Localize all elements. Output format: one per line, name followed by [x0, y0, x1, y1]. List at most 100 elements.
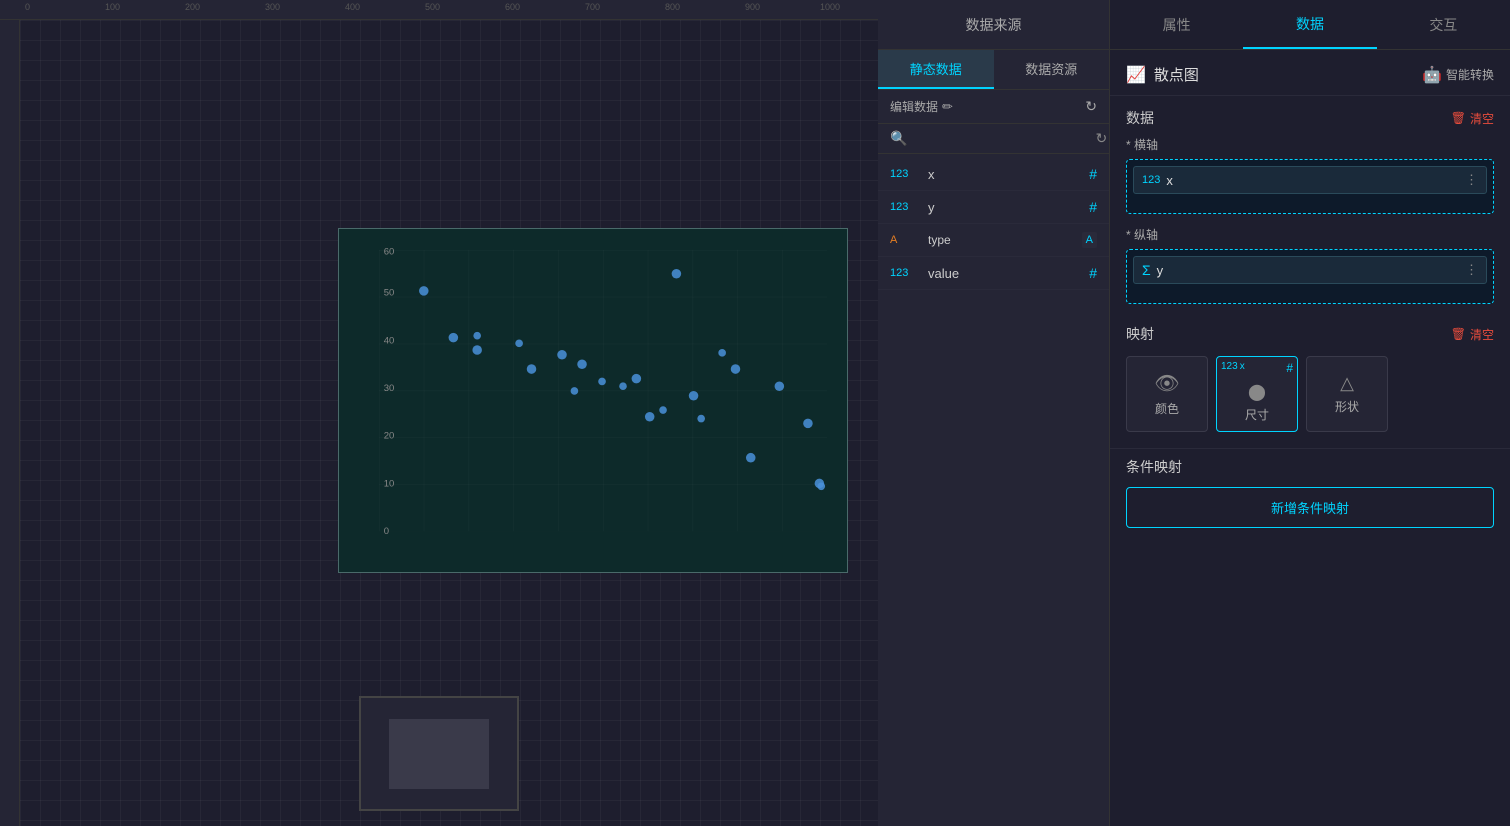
y-field-label: y — [1157, 263, 1459, 278]
clear-data-button[interactable]: 🗑 清空 — [1451, 110, 1494, 127]
minimap[interactable] — [359, 696, 519, 811]
x-axis-label: * 横轴 — [1126, 136, 1494, 153]
clear-mapping-button[interactable]: 🗑 清空 — [1451, 326, 1494, 343]
field-hash-x: # — [1089, 166, 1097, 182]
x-field-label: x — [1166, 173, 1459, 188]
size-field-name: x — [1240, 361, 1245, 372]
props-tab-row: 属性 数据 交互 — [1110, 0, 1510, 50]
scatter-chart: 0 10 20 30 40 50 60 0 20 40 60 80 100 — [379, 244, 827, 537]
ruler-tick: 900 — [745, 2, 760, 12]
data-section-title: 数据 — [1126, 108, 1154, 128]
field-hash-type: A — [1082, 232, 1097, 248]
svg-text:30: 30 — [384, 383, 395, 394]
add-condition-button[interactable]: 新增条件映射 — [1126, 487, 1494, 528]
color-label: 颜色 — [1155, 400, 1179, 417]
field-type-y: 123 — [890, 201, 920, 213]
field-hash-y: # — [1089, 199, 1097, 215]
trash-icon: 🗑 — [1451, 111, 1466, 125]
ruler-top: 0 100 200 300 400 500 600 700 800 900 10… — [0, 0, 878, 20]
datasource-panel: 数据来源 静态数据 数据资源 编辑数据 ✏ ↻ 🔍 ↻ 123 x # 123 … — [878, 0, 1110, 826]
x-axis-field-tag[interactable]: 123 x ⋮ — [1133, 166, 1487, 194]
tab-interact[interactable]: 交互 — [1377, 0, 1510, 49]
ruler-tick: 300 — [265, 2, 280, 12]
size-field-type: 123 — [1221, 361, 1238, 372]
hash-icon-size: # — [1286, 361, 1293, 375]
refresh-icon: ↻ — [1085, 98, 1097, 114]
edit-data-button[interactable]: 编辑数据 ✏ — [890, 98, 953, 115]
trash-icon-mapping: 🗑 — [1451, 327, 1466, 341]
field-item-x[interactable]: 123 x # — [878, 158, 1109, 191]
chart-title-row: 📈 散点图 🤖 智能转换 — [1110, 50, 1510, 96]
action-bar: 编辑数据 ✏ ↻ — [878, 90, 1109, 124]
tab-static-data[interactable]: 静态数据 — [878, 50, 994, 89]
ruler-tick: 700 — [585, 2, 600, 12]
datasource-header: 数据来源 — [878, 0, 1109, 50]
x-field-menu[interactable]: ⋮ — [1465, 172, 1478, 188]
smart-icon: 🤖 — [1422, 65, 1442, 85]
search-icon: 🔍 — [890, 130, 907, 147]
chart-container[interactable]: 0 10 20 30 40 50 60 0 20 40 60 80 100 — [338, 228, 848, 573]
x-axis-section: * 横轴 123 x ⋮ — [1110, 136, 1510, 226]
field-item-value[interactable]: 123 value # — [878, 257, 1109, 290]
svg-text:50: 50 — [384, 288, 395, 299]
datasource-tab-row: 静态数据 数据资源 — [878, 50, 1109, 90]
ruler-tick: 100 — [105, 2, 120, 12]
field-item-y[interactable]: 123 y # — [878, 191, 1109, 224]
ruler-tick: 600 — [505, 2, 520, 12]
x-type-icon: 123 — [1142, 174, 1160, 186]
field-type-x: 123 — [890, 168, 920, 180]
properties-panel: 属性 数据 交互 📈 散点图 🤖 智能转换 数据 🗑 清空 — [1110, 0, 1510, 826]
field-item-type[interactable]: A type A — [878, 224, 1109, 257]
search-refresh-icon[interactable]: ↻ — [1095, 130, 1107, 147]
svg-text:60: 60 — [384, 247, 395, 258]
condition-mapping-header: 条件映射 — [1126, 457, 1494, 477]
smart-convert-button[interactable]: 🤖 智能转换 — [1422, 65, 1494, 85]
mapping-card-shape[interactable]: △ 形状 — [1306, 356, 1388, 432]
y-axis-label: * 纵轴 — [1126, 226, 1494, 243]
y-axis-field-tag[interactable]: Σ y ⋮ — [1133, 256, 1487, 284]
chart-inner: 0 10 20 30 40 50 60 0 20 40 60 80 100 — [339, 229, 847, 572]
mapping-card-size[interactable]: # 123 x ⬤ 尺寸 — [1216, 356, 1298, 432]
y-axis-section: * 纵轴 Σ y ⋮ — [1110, 226, 1510, 316]
svg-text:0: 0 — [384, 526, 389, 537]
field-list: 123 x # 123 y # A type A 123 value # — [878, 154, 1109, 826]
ruler-tick: 200 — [185, 2, 200, 12]
svg-text:20: 20 — [384, 431, 395, 442]
y-axis-field-box[interactable]: Σ y ⋮ — [1126, 249, 1494, 304]
svg-text:40: 40 — [384, 335, 395, 346]
svg-text:10: 10 — [384, 478, 395, 489]
eye-icon: 👁 — [1154, 371, 1179, 396]
mapping-section: 映射 🗑 清空 👁 颜色 # 123 x — [1110, 316, 1510, 440]
field-type-value: 123 — [890, 267, 920, 279]
tab-data[interactable]: 数据 — [1243, 0, 1376, 49]
tab-data-resource[interactable]: 数据资源 — [994, 50, 1110, 89]
ruler-left — [0, 20, 20, 826]
field-name-x: x — [928, 167, 1081, 182]
search-input[interactable] — [913, 131, 1089, 146]
condition-mapping-title: 条件映射 — [1126, 457, 1182, 477]
ruler-tick: 800 — [665, 2, 680, 12]
props-content: 📈 散点图 🤖 智能转换 数据 🗑 清空 * 横轴 123 x — [1110, 50, 1510, 826]
chart-line-icon: 📈 — [1126, 65, 1146, 85]
ruler-numbers: 0 100 200 300 400 500 600 700 800 900 10… — [25, 2, 878, 20]
shape-icon: △ — [1340, 373, 1354, 394]
mapping-cards: 👁 颜色 # 123 x ⬤ 尺寸 △ 形状 — [1126, 356, 1494, 432]
data-section-header: 数据 🗑 清空 — [1110, 96, 1510, 136]
size-icon: ⬤ — [1248, 382, 1266, 402]
datasource-title: 数据来源 — [966, 15, 1022, 35]
ruler-tick: 400 — [345, 2, 360, 12]
mapping-title: 映射 — [1126, 324, 1154, 344]
mapping-section-header: 映射 🗑 清空 — [1126, 324, 1494, 348]
field-name-value: value — [928, 266, 1081, 281]
condition-mapping-section: 条件映射 新增条件映射 — [1110, 448, 1510, 544]
refresh-button[interactable]: ↻ — [1085, 98, 1097, 115]
ruler-tick: 1000 — [820, 2, 840, 12]
x-axis-field-box[interactable]: 123 x ⋮ — [1126, 159, 1494, 214]
y-field-menu[interactable]: ⋮ — [1465, 262, 1478, 278]
mapping-card-color[interactable]: 👁 颜色 — [1126, 356, 1208, 432]
size-label: 尺寸 — [1245, 406, 1269, 423]
search-bar: 🔍 ↻ — [878, 124, 1109, 154]
tab-attributes[interactable]: 属性 — [1110, 0, 1243, 49]
y-type-icon: Σ — [1142, 262, 1151, 278]
shape-label: 形状 — [1335, 398, 1359, 415]
